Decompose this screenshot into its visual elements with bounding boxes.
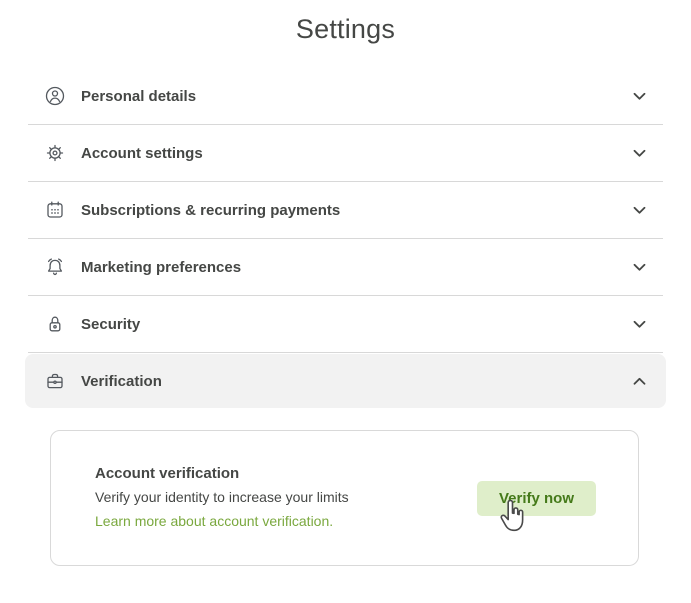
calendar-icon [45, 200, 65, 220]
accordion-label: Personal details [81, 87, 197, 105]
learn-more-link[interactable]: Learn more about account verification. [95, 513, 333, 529]
chevron-up-icon [633, 377, 646, 386]
bell-icon [45, 257, 65, 277]
chevron-down-icon [633, 92, 646, 101]
verify-button-wrap: Verify now [476, 480, 596, 531]
verification-description: Verify your identity to increase your li… [95, 489, 349, 505]
page-title: Settings [295, 14, 396, 44]
verify-now-button[interactable]: Verify now [476, 480, 596, 516]
verification-heading: Account verification [95, 465, 240, 482]
chevron-down-icon [633, 149, 646, 158]
gear-icon [45, 143, 65, 163]
chevron-down-icon [633, 320, 646, 329]
accordion-row-marketing-preferences[interactable]: Marketing preferences [28, 239, 663, 296]
accordion-label: Verification [81, 372, 162, 390]
accordion-row-subscriptions[interactable]: Subscriptions & recurring payments [28, 182, 663, 239]
settings-page: Settings Personal details Account settin… [0, 0, 691, 603]
accordion-label: Marketing preferences [81, 258, 242, 276]
accordion-row-personal-details[interactable]: Personal details [28, 68, 663, 125]
person-icon [45, 86, 65, 106]
accordion-row-account-settings[interactable]: Account settings [28, 125, 663, 182]
accordion-row-verification[interactable]: Verification [25, 354, 666, 408]
briefcase-icon [45, 371, 65, 391]
verification-panel-text: Account verification Verify your identit… [95, 465, 477, 531]
settings-accordion: Personal details Account settings Subscr… [25, 68, 666, 408]
lock-icon [45, 314, 65, 334]
chevron-down-icon [633, 206, 646, 215]
accordion-label: Account settings [81, 144, 203, 162]
verification-panel: Account verification Verify your identit… [50, 430, 639, 566]
accordion-label: Security [81, 315, 141, 333]
accordion-label: Subscriptions & recurring payments [81, 201, 341, 219]
chevron-down-icon [633, 263, 646, 272]
accordion-row-security[interactable]: Security [28, 296, 663, 353]
